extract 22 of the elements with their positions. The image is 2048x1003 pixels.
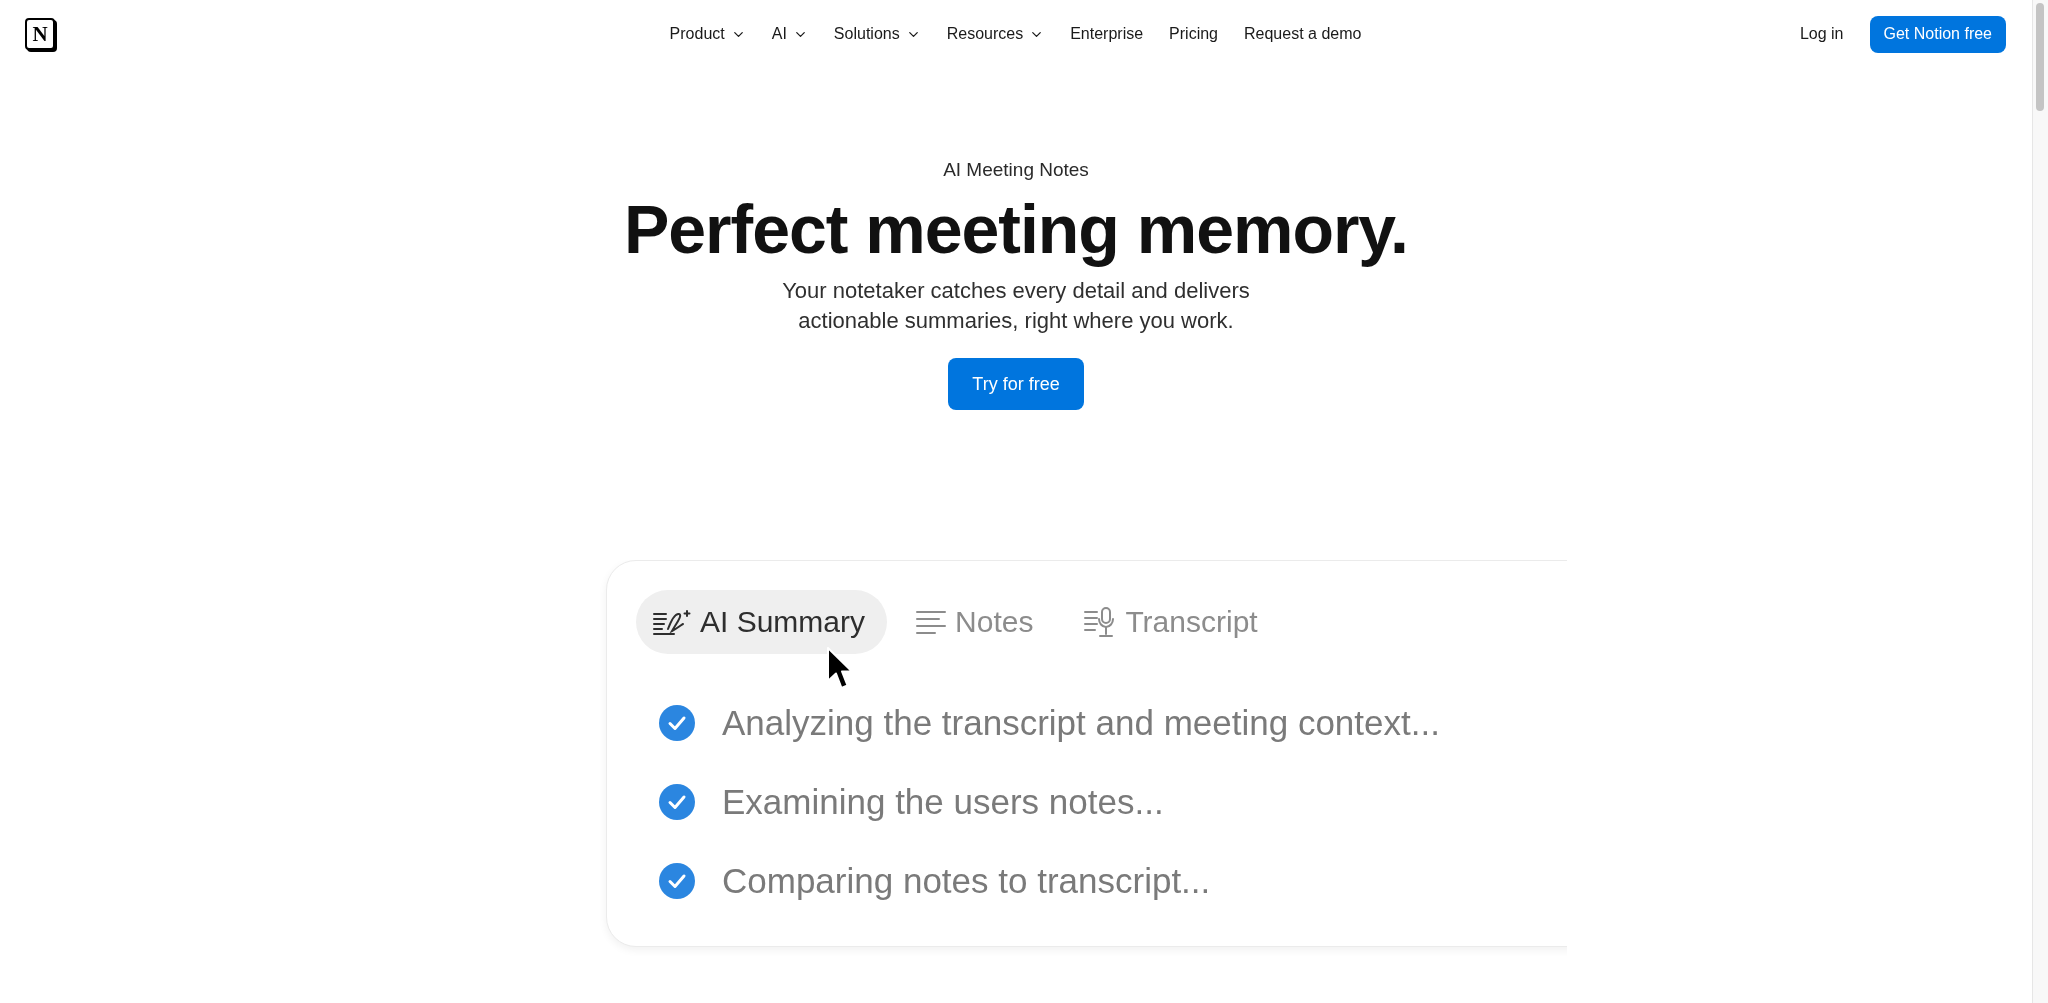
logo[interactable]: N	[25, 18, 55, 50]
step-text: Comparing notes to transcript...	[722, 861, 1211, 901]
lines-squiggle-icon	[652, 607, 692, 637]
login-button[interactable]: Log in	[1789, 17, 1854, 51]
nav-link[interactable]: Solutions	[823, 17, 931, 51]
scrollbar-thumb[interactable]	[2036, 3, 2044, 111]
step-text: Examining the users notes...	[722, 782, 1164, 822]
get-started-button[interactable]: Get Notion free	[1869, 15, 2006, 53]
nav-link[interactable]: AI	[761, 17, 818, 51]
scrollbar-track[interactable]	[2032, 0, 2048, 1003]
eyebrow-label: AI Meeting Notes	[943, 158, 1089, 182]
nav-link[interactable]: Product	[659, 17, 756, 51]
step-text: Analyzing the transcript and meeting context...	[722, 703, 1440, 743]
nav-link[interactable]: Pricing	[1159, 17, 1228, 51]
nav-link[interactable]: Resources	[936, 17, 1055, 51]
hero-title: Perfect meeting memory.	[624, 192, 1408, 267]
text-lines-icon	[915, 609, 948, 635]
hero-subtitle: Your notetaker catches every detail and delivers actionable summaries, right where you work.	[781, 277, 1251, 335]
nav-link[interactable]: Request a demo	[1234, 17, 1372, 51]
tab[interactable]: AI Summary	[636, 590, 888, 654]
nav-link[interactable]: Enterprise	[1060, 17, 1154, 51]
try-button[interactable]: Try for free	[948, 358, 1084, 410]
